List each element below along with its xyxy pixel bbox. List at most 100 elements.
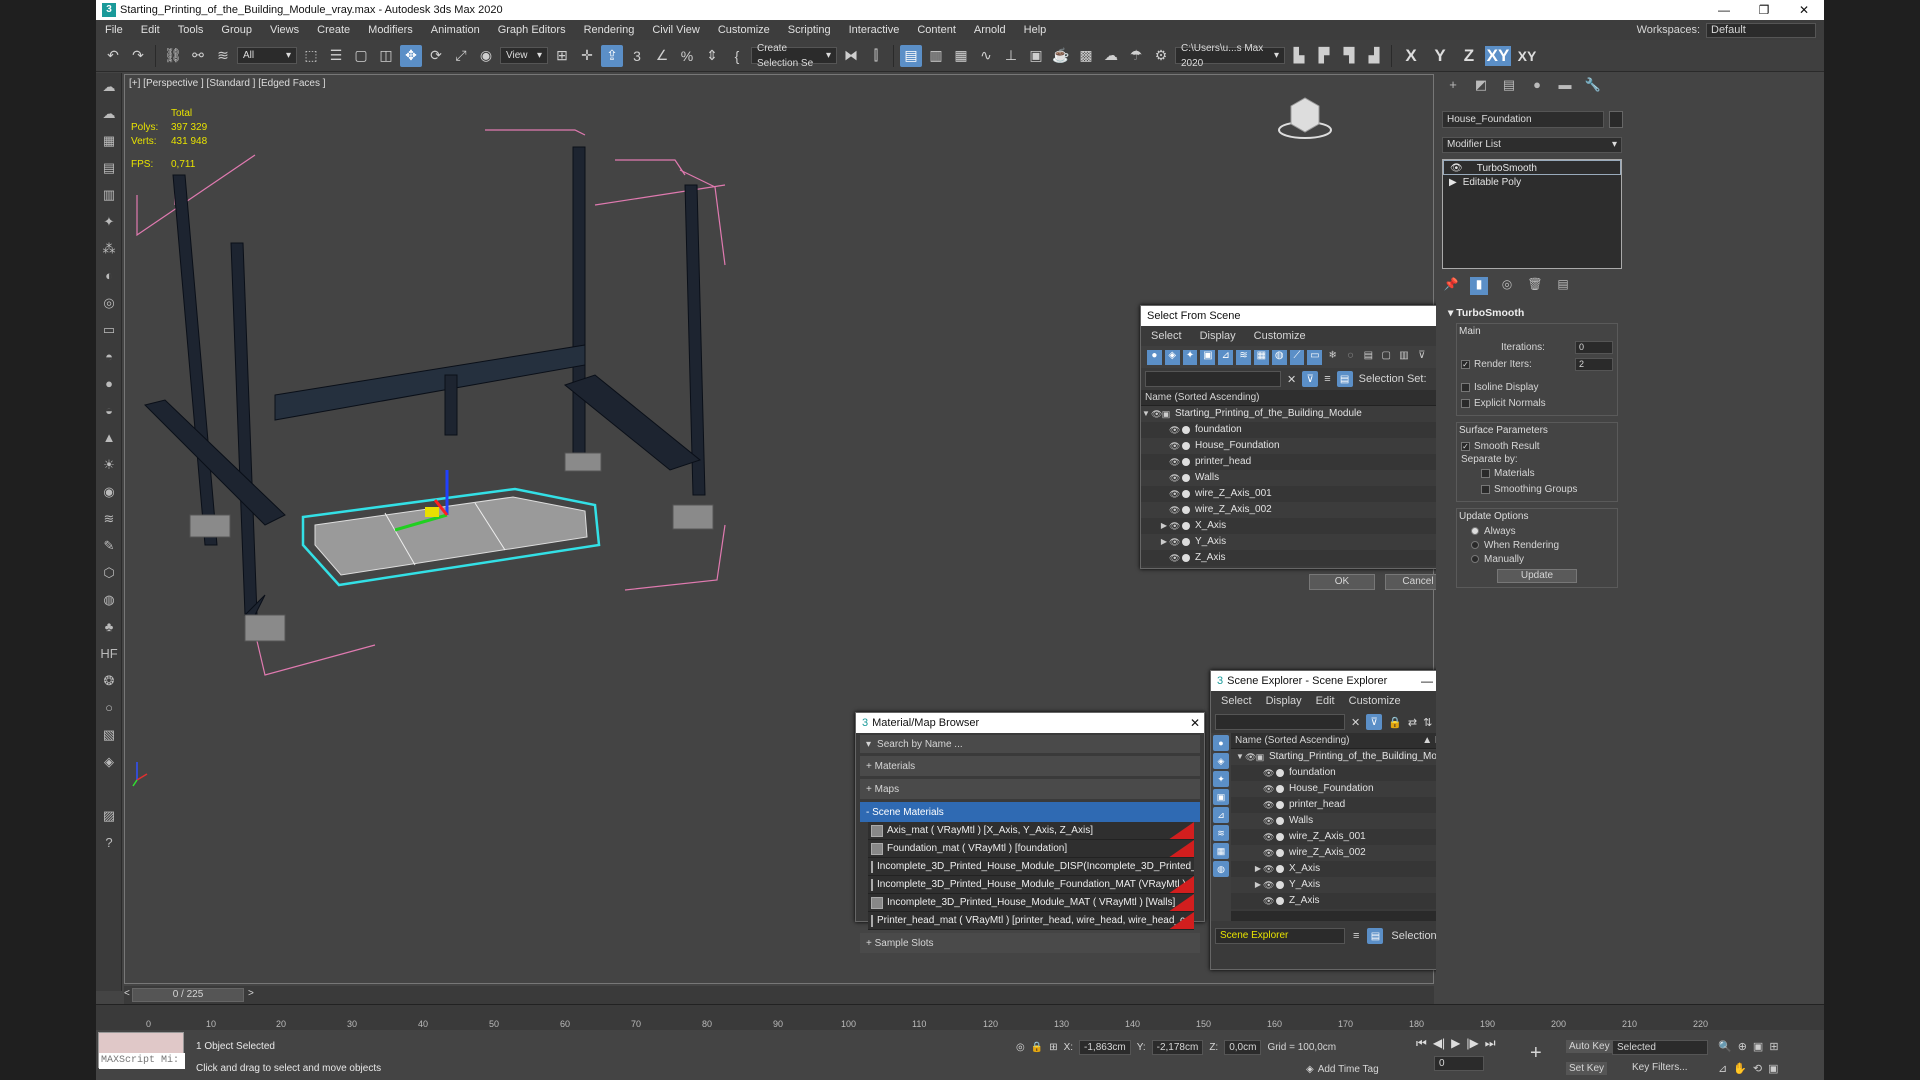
explicit-normals-checkbox[interactable]: Explicit Normals bbox=[1461, 395, 1613, 411]
delete-icon[interactable]: 🗑 bbox=[1526, 277, 1544, 295]
light-filter-icon[interactable]: ✦ bbox=[1182, 349, 1198, 365]
align-icon[interactable]: ⫿ bbox=[865, 45, 887, 67]
undo-icon[interactable]: ↶ bbox=[102, 45, 124, 67]
select-dialog-list-header[interactable]: Name (Sorted Ascending)▲ bbox=[1141, 390, 1465, 406]
maxscript-listener[interactable]: MAXScript Mi: bbox=[98, 1032, 185, 1069]
hierarchy-icon[interactable]: ▤ bbox=[1336, 371, 1353, 387]
select-icon[interactable]: ☁ bbox=[96, 73, 122, 100]
project-icon[interactable]: ▙ bbox=[1288, 45, 1310, 67]
isolate-icon[interactable]: ◎ bbox=[1016, 1042, 1025, 1053]
list-icon[interactable]: ▤ bbox=[96, 154, 122, 181]
z-coordinate-field[interactable]: 0,0cm bbox=[1224, 1040, 1262, 1055]
eye-icon[interactable]: 👁 bbox=[1245, 749, 1256, 765]
se-explorer-dropdown[interactable]: Scene Explorer bbox=[1215, 928, 1345, 944]
expand-icon[interactable]: ▼ bbox=[1141, 406, 1151, 422]
material-item[interactable]: Incomplete_3D_Printed_House_Module_Found… bbox=[868, 876, 1194, 894]
geometry-filter-icon[interactable]: ● bbox=[1213, 735, 1229, 751]
menu-animation[interactable]: Animation bbox=[422, 24, 489, 36]
show-end-result-icon[interactable]: ▮ bbox=[1470, 277, 1488, 295]
eye-icon[interactable]: 👁 bbox=[1263, 781, 1274, 797]
schematic-view-icon[interactable]: ⊥ bbox=[1000, 45, 1022, 67]
pin-icon[interactable]: 📌 bbox=[1442, 277, 1460, 295]
light-icon[interactable]: ✦ bbox=[96, 208, 122, 235]
goto-start-icon[interactable]: ⏮ bbox=[1416, 1036, 1427, 1051]
eye-icon[interactable]: 👁 bbox=[1169, 438, 1180, 454]
browse-folder-icon[interactable]: ▟ bbox=[1363, 45, 1385, 67]
menu-customize[interactable]: Customize bbox=[709, 24, 779, 36]
add-time-tag[interactable]: ◈ Add Time Tag bbox=[1306, 1064, 1379, 1075]
sample-slots-section[interactable]: + Sample Slots bbox=[860, 933, 1200, 953]
shape-filter-icon[interactable]: ◈ bbox=[1213, 753, 1229, 769]
clear-search-icon[interactable]: ✕ bbox=[1287, 373, 1296, 386]
a360-icon[interactable]: ⚙ bbox=[1150, 45, 1172, 67]
project-path-dropdown[interactable]: C:\Users\u...s Max 2020 ▾ bbox=[1175, 43, 1285, 69]
maximize-viewport-icon[interactable]: ▣ bbox=[1768, 1062, 1778, 1075]
maximize-button[interactable]: ❐ bbox=[1744, 3, 1784, 17]
help-icon[interactable]: ? bbox=[96, 829, 122, 856]
brush-icon[interactable]: ✎ bbox=[96, 532, 122, 559]
render-setup-icon[interactable]: ☕ bbox=[1050, 45, 1072, 67]
select-by-name-icon[interactable]: ☰ bbox=[325, 45, 347, 67]
tree-root[interactable]: ▼ 👁 ▣ Starting_Printing_of_the_Building_Mod… bbox=[1141, 406, 1465, 422]
key-filters-button[interactable]: Key Filters... bbox=[1632, 1062, 1688, 1073]
menu-scripting[interactable]: Scripting bbox=[779, 24, 840, 36]
hf-icon[interactable]: HF bbox=[96, 640, 122, 667]
select-dialog-menu-display[interactable]: Display bbox=[1200, 330, 1236, 342]
sphere-icon[interactable]: ● bbox=[96, 370, 122, 397]
auto-key-button[interactable]: Auto Key bbox=[1566, 1040, 1613, 1053]
snaps-icon[interactable]: 3 bbox=[626, 45, 648, 67]
workspace-dropdown[interactable]: Default bbox=[1706, 22, 1816, 38]
selection-filter-dropdown[interactable]: All ▾ bbox=[237, 47, 297, 64]
sphere-yellow-icon[interactable]: ◉ bbox=[96, 478, 122, 505]
render-icon[interactable]: ☁ bbox=[1100, 45, 1122, 67]
plane-icon[interactable]: ▭ bbox=[96, 316, 122, 343]
prev-frame-icon[interactable]: < bbox=[124, 988, 130, 999]
filter-icon[interactable]: ⊽ bbox=[1414, 350, 1429, 365]
eye-icon[interactable]: 👁 bbox=[1169, 422, 1180, 438]
bone-filter-icon[interactable]: ◍ bbox=[1213, 861, 1229, 877]
tree-item[interactable]: 👁 printer_head bbox=[1141, 454, 1465, 470]
helper-filter-icon[interactable]: ⊿ bbox=[1218, 349, 1234, 365]
se-menu-customize[interactable]: Customize bbox=[1349, 695, 1401, 707]
materials-checkbox[interactable]: Materials bbox=[1461, 465, 1613, 481]
menu-edit[interactable]: Edit bbox=[132, 24, 169, 36]
material-item[interactable]: Incomplete_3D_Printed_House_Module_MAT (… bbox=[868, 894, 1194, 912]
lock-selection-icon[interactable]: 🔒 bbox=[1031, 1042, 1043, 1053]
picture-icon[interactable]: ▦ bbox=[96, 127, 122, 154]
rotate-icon[interactable]: ⟳ bbox=[425, 45, 447, 67]
curve-editor-icon[interactable]: ∿ bbox=[975, 45, 997, 67]
percent-snap-icon[interactable]: % bbox=[676, 45, 698, 67]
spacewarp-filter-icon[interactable]: ≋ bbox=[1236, 349, 1251, 365]
render-iters-checkbox[interactable]: ✓ Render Iters: bbox=[1461, 357, 1532, 373]
audio-icon[interactable]: ◐ bbox=[96, 262, 122, 289]
geometry-filter-icon[interactable]: ● bbox=[1147, 349, 1162, 365]
sun-icon[interactable]: ☀ bbox=[96, 451, 122, 478]
orbit-icon[interactable]: ⟲ bbox=[1753, 1062, 1762, 1075]
minimize-icon[interactable]: — bbox=[1418, 673, 1436, 689]
tree-item[interactable]: ▶ 👁 Y_Axis bbox=[1141, 534, 1465, 550]
shell-icon[interactable]: ◒ bbox=[96, 397, 122, 424]
camera-filter-icon[interactable]: ▣ bbox=[1213, 789, 1229, 805]
set-key-button[interactable]: Set Key bbox=[1566, 1062, 1608, 1075]
manipulate-icon[interactable]: ✛ bbox=[576, 45, 598, 67]
select-invert-icon[interactable]: ▥ bbox=[1397, 350, 1412, 365]
menu-modifiers[interactable]: Modifiers bbox=[359, 24, 422, 36]
eye-icon[interactable]: 👁 bbox=[1169, 502, 1180, 518]
placement-icon[interactable]: ◉ bbox=[475, 45, 497, 67]
tree-item[interactable]: 👁 foundation bbox=[1141, 422, 1465, 438]
menu-interactive[interactable]: Interactive bbox=[840, 24, 909, 36]
collapse-icon[interactable]: ⇅ bbox=[1423, 716, 1432, 729]
shape-filter-icon[interactable]: ◈ bbox=[1164, 349, 1180, 365]
eye-icon[interactable]: 👁 bbox=[1263, 813, 1274, 829]
camera-filter-icon[interactable]: ▣ bbox=[1200, 349, 1216, 365]
eye-icon[interactable]: 👁 bbox=[1263, 877, 1274, 893]
menu-arnold[interactable]: Arnold bbox=[965, 24, 1015, 36]
axis-y-button[interactable]: Y bbox=[1427, 46, 1453, 66]
frozen-filter-icon[interactable]: ❄ bbox=[1325, 350, 1340, 365]
close-icon[interactable]: ✕ bbox=[1186, 715, 1204, 731]
helper-filter-icon[interactable]: ⊿ bbox=[1213, 807, 1229, 823]
key-mode-icon[interactable]: + bbox=[1530, 1042, 1542, 1065]
named-selection-icon[interactable]: { bbox=[726, 45, 748, 67]
eye-icon[interactable]: 👁 bbox=[1263, 829, 1274, 845]
eye-icon[interactable]: 👁 bbox=[1263, 797, 1274, 813]
